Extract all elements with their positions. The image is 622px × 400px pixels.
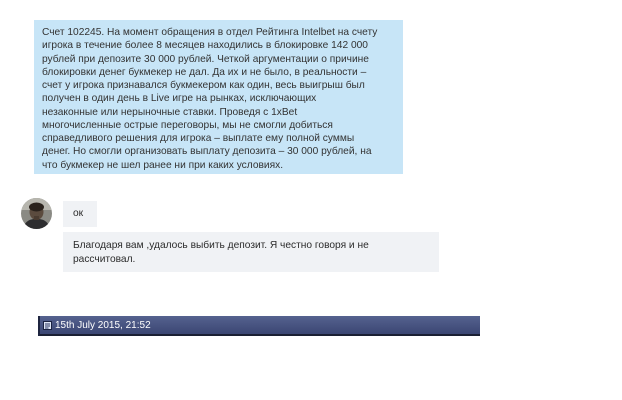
user-avatar-photo-icon: [21, 198, 52, 229]
post-document-icon: [43, 321, 52, 330]
post-date: 15th July 2015, 21:52: [55, 320, 151, 331]
post-date-bar: 15th July 2015, 21:52: [38, 316, 480, 336]
user-avatar[interactable]: [21, 198, 52, 229]
page: Счет 102245. На момент обращения в отдел…: [0, 0, 622, 400]
chat-message-thanks: Благодаря вам ,удалось выбить депозит. Я…: [63, 232, 439, 272]
chat-message-ok: ок: [63, 201, 97, 227]
post-bar-edge: [38, 316, 40, 336]
intelbet-notice-text: Счет 102245. На момент обращения в отдел…: [34, 20, 403, 174]
